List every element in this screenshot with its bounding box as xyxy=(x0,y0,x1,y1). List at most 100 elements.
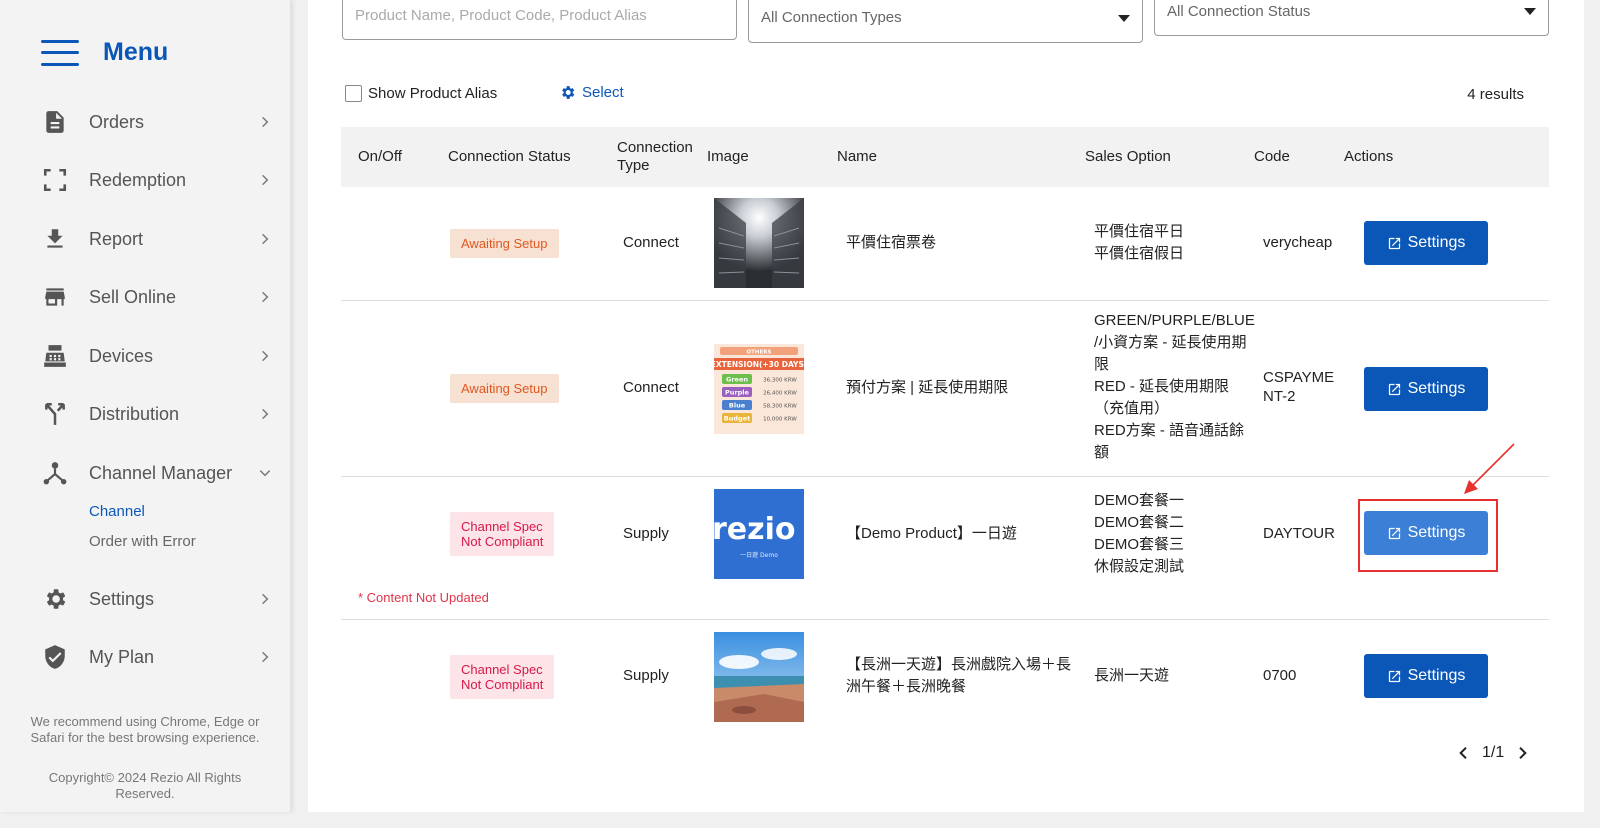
chevron-right-icon xyxy=(262,174,269,186)
main-content: Product Name, Product Code, Product Alia… xyxy=(308,0,1584,812)
thumb-top: OTHERS xyxy=(747,350,772,356)
chevron-down-icon xyxy=(1118,14,1130,22)
sidebar-item-redemption[interactable]: Redemption xyxy=(0,158,291,202)
product-image[interactable] xyxy=(714,632,804,722)
connection-status-select[interactable]: All Connection Status xyxy=(1154,0,1549,36)
connection-type-select[interactable]: All Connection Types xyxy=(748,0,1143,43)
sales-option: 長洲一天遊 xyxy=(1094,667,1170,684)
sidebar-item-settings[interactable]: Settings xyxy=(0,577,291,621)
product-name-line1: 【長洲一天遊】長洲戲院入場＋長 xyxy=(846,656,1072,673)
hamburger-menu-icon[interactable] xyxy=(41,39,79,66)
sales-option: RED - 延長使用期限 xyxy=(1094,378,1230,395)
sales-option: 平價住宿平日 xyxy=(1094,223,1185,240)
thumb-row-price: 58,300 KRW xyxy=(763,404,797,410)
search-input[interactable]: Product Name, Product Code, Product Alia… xyxy=(342,0,737,40)
sales-option: DEMO套餐二 xyxy=(1094,514,1185,531)
pagination: 1/1 xyxy=(1456,744,1530,762)
sidebar-subitem-order-with-error[interactable]: Order with Error xyxy=(89,533,196,550)
sidebar-item-report[interactable]: Report xyxy=(0,217,291,261)
sidebar-item-distribution[interactable]: Distribution xyxy=(0,392,291,436)
chevron-right-icon xyxy=(262,593,269,605)
show-product-alias-checkbox[interactable] xyxy=(345,85,362,102)
chevron-right-icon[interactable] xyxy=(1514,745,1530,761)
status-badge: Channel Spec Not Compliant xyxy=(450,655,555,699)
sidebar-item-label: Redemption xyxy=(89,169,187,190)
row-divider xyxy=(341,300,1549,301)
settings-button[interactable]: Settings xyxy=(1364,367,1488,411)
sidebar-item-label: Channel Manager xyxy=(89,462,233,483)
split-arrow-icon xyxy=(45,403,65,425)
sales-option: GREEN/PURPLE/BLUE xyxy=(1094,312,1255,329)
chevron-down-icon xyxy=(1524,8,1536,15)
connection-status-value: All Connection Status xyxy=(1167,2,1311,20)
open-in-new-icon xyxy=(1388,383,1400,395)
sales-option: 限 xyxy=(1094,356,1110,373)
search-placeholder: Product Name, Product Code, Product Alia… xyxy=(355,6,647,24)
sales-option: RED方案 - 語音通話餘 xyxy=(1094,422,1245,439)
chevron-down-icon xyxy=(259,470,271,477)
sales-option: （充值用） xyxy=(1094,400,1170,417)
thumb-row-price: 10,000 KRW xyxy=(763,417,797,423)
sales-option: 平價住宿假日 xyxy=(1094,245,1185,262)
settings-label: Settings xyxy=(1407,234,1466,251)
product-name: 【長洲一天遊】長洲戲院入場＋長 洲午餐＋長洲晚餐 xyxy=(846,654,1071,698)
settings-button[interactable]: Settings xyxy=(1364,654,1488,698)
product-name: 平價住宿票卷 xyxy=(846,234,937,251)
sidebar-item-sell-online[interactable]: Sell Online xyxy=(0,275,291,319)
sales-option: DEMO套餐一 xyxy=(1094,492,1185,509)
select-label: Select xyxy=(582,84,624,101)
copyright: Copyright© 2024 Rezio All Rights Reserve… xyxy=(48,770,242,801)
status-line1: Channel Spec xyxy=(461,662,543,677)
product-image[interactable]: rezio 一日遊 Demo xyxy=(714,489,804,579)
col-name: Name xyxy=(837,148,878,165)
col-connection-status: Connection Status xyxy=(448,148,571,165)
status-badge: Channel Spec Not Compliant xyxy=(450,512,555,556)
row-divider xyxy=(341,619,1549,620)
results-count: 4 results xyxy=(1467,86,1524,103)
thumb-row-price: 36,300 KRW xyxy=(763,378,797,384)
sales-options: 長洲一天遊 xyxy=(1094,665,1169,687)
chevron-left-icon[interactable] xyxy=(1456,745,1472,761)
settings-label: Settings xyxy=(1407,667,1466,684)
col-sales-option: Sales Option xyxy=(1085,148,1171,165)
product-image[interactable] xyxy=(714,198,804,288)
chevron-right-icon xyxy=(262,291,269,303)
product-code: DAYTOUR xyxy=(1263,525,1335,542)
chevron-right-icon xyxy=(262,350,269,362)
sidebar-item-label: Devices xyxy=(89,345,154,366)
sidebar-item-label: My Plan xyxy=(89,646,155,667)
page-indicator: 1/1 xyxy=(1482,744,1505,761)
settings-button[interactable]: Settings xyxy=(1364,221,1488,265)
gear-icon xyxy=(46,589,66,609)
sidebar-item-label: Distribution xyxy=(89,403,180,424)
sidebar-item-label: Orders xyxy=(89,111,145,132)
product-name-line2: 洲午餐＋長洲晚餐 xyxy=(846,678,967,695)
product-image[interactable]: OTHERS EXTENSION(+30 DAYS) Green 36,300 … xyxy=(714,344,804,434)
menu-title: Menu xyxy=(103,38,169,66)
shield-check-icon xyxy=(45,645,65,669)
thumb-row-label: Budget xyxy=(724,415,750,423)
product-code-line1: CSPAYME xyxy=(1263,369,1335,386)
col-actions: Actions xyxy=(1344,148,1394,165)
sidebar-item-my-plan[interactable]: My Plan xyxy=(0,635,291,679)
open-in-new-icon xyxy=(1388,670,1400,682)
sidebar-item-devices[interactable]: Devices xyxy=(0,334,291,378)
connection-type: Supply xyxy=(623,525,669,542)
sales-option: 休假設定測試 xyxy=(1094,558,1185,575)
select-columns-button[interactable]: Select xyxy=(559,84,624,101)
sidebar-item-orders[interactable]: Orders xyxy=(0,100,291,144)
settings-label: Settings xyxy=(1407,380,1466,397)
product-code: 0700 xyxy=(1263,667,1297,684)
annotation-highlight-box xyxy=(1358,499,1498,572)
col-on-off: On/Off xyxy=(358,148,402,165)
col-connection-type-line2: Type xyxy=(617,157,650,174)
sidebar-subitem-channel[interactable]: Channel xyxy=(89,503,145,520)
product-code: verycheap xyxy=(1263,234,1333,251)
product-name: 【Demo Product】一日遊 xyxy=(846,525,1017,542)
sidebar-item-label: Report xyxy=(89,228,144,249)
chevron-right-icon xyxy=(262,408,269,420)
sales-option: /小資方案 - 延長使用期 xyxy=(1094,334,1247,351)
sales-options: DEMO套餐一 DEMO套餐二 DEMO套餐三 休假設定測試 xyxy=(1094,490,1184,578)
sidebar-item-channel-manager[interactable]: Channel Manager xyxy=(0,451,291,495)
chevron-right-icon xyxy=(262,116,269,128)
